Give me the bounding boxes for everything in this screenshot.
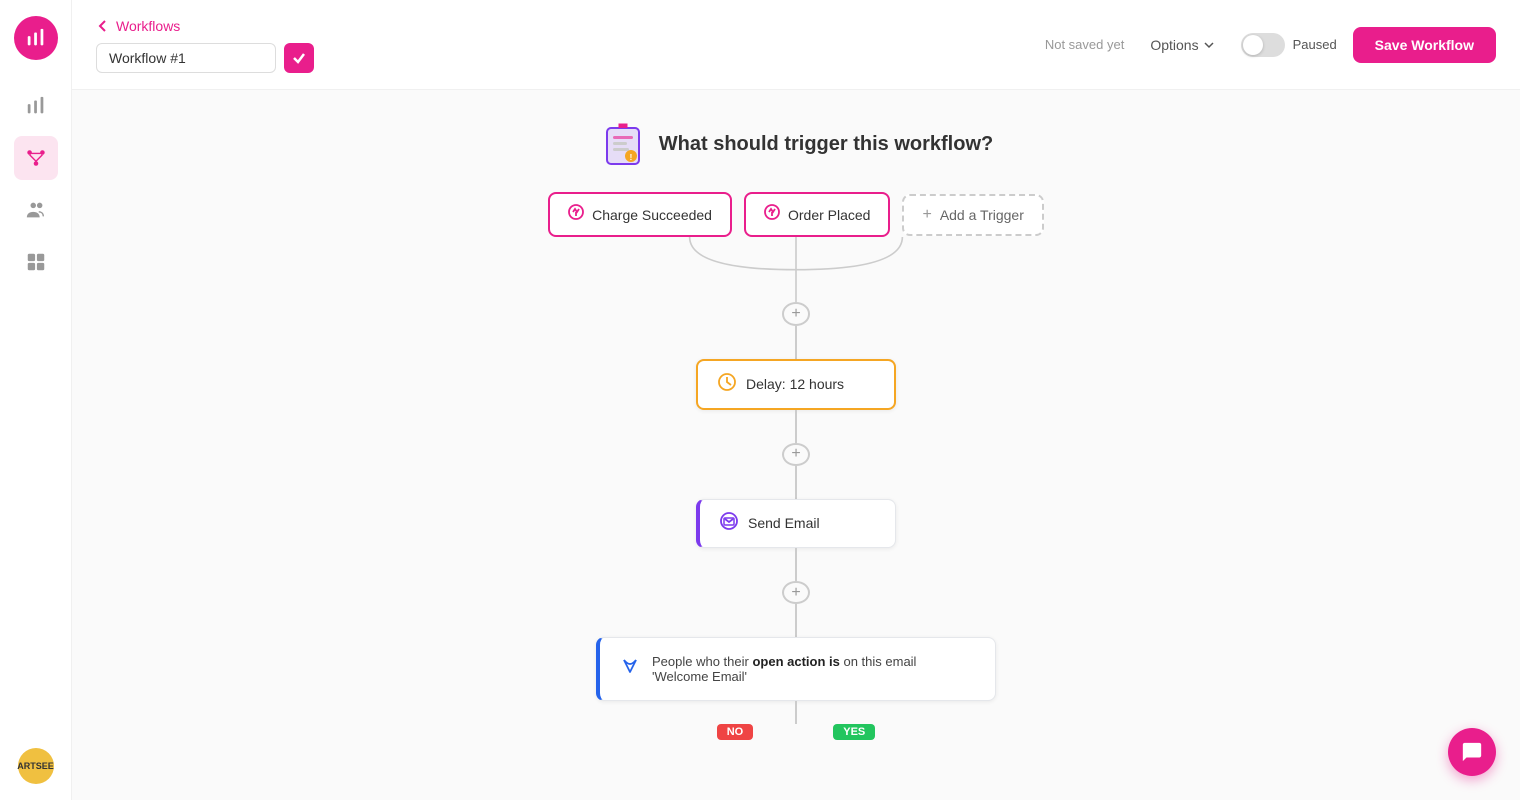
branch-no-badge: NO (717, 724, 754, 740)
toggle-knob (1243, 35, 1263, 55)
add-step-3[interactable]: + (782, 581, 810, 605)
sidebar-avatar[interactable]: ARTSEE (18, 748, 54, 784)
header: Workflows Not saved yet Options (72, 0, 1520, 90)
delay-label: Delay: 12 hours (746, 376, 844, 392)
email-label: Send Email (748, 515, 820, 531)
trigger-charge-succeeded[interactable]: Charge Succeeded (548, 192, 732, 237)
condition-bold: open action is (752, 654, 839, 669)
trigger-order-placed[interactable]: Order Placed (744, 192, 890, 237)
email-icon (720, 512, 738, 535)
paused-label: Paused (1293, 37, 1337, 52)
connector-line-2 (795, 410, 797, 443)
branch-yes-badge: YES (833, 724, 875, 740)
canvas: ! What should trigger this workflow? Cha… (72, 90, 1520, 800)
back-link[interactable]: Workflows (96, 18, 180, 34)
charge-icon (568, 204, 584, 225)
charge-label: Charge Succeeded (592, 207, 712, 223)
add-step-2[interactable]: + (782, 443, 810, 467)
trigger-title: What should trigger this workflow? (659, 133, 993, 156)
sidebar-item-people[interactable] (14, 188, 58, 232)
add-trigger-plus-icon: + (922, 206, 931, 224)
order-label: Order Placed (788, 207, 870, 223)
chat-bubble[interactable] (1448, 728, 1496, 776)
connector-line-4 (795, 548, 797, 581)
sidebar-item-products[interactable] (14, 240, 58, 284)
delay-icon (718, 373, 736, 396)
add-trigger-label: Add a Trigger (940, 207, 1024, 223)
condition-node[interactable]: People who their open action is on this … (596, 637, 996, 701)
connector-line-6 (795, 701, 797, 724)
save-workflow-button[interactable]: Save Workflow (1353, 27, 1496, 63)
trigger-icon: ! (599, 120, 647, 168)
sidebar-item-workflows[interactable] (14, 136, 58, 180)
connector-line-3 (795, 466, 797, 499)
delay-step[interactable]: Delay: 12 hours (696, 359, 896, 410)
order-icon (764, 204, 780, 225)
connector-line-5 (795, 604, 797, 637)
header-right: Not saved yet Options Paused Save Workfl… (1045, 27, 1496, 63)
condition-icon (620, 656, 640, 681)
main-area: Workflows Not saved yet Options (72, 0, 1520, 800)
merge-connector-svg (546, 237, 1046, 302)
sidebar-bottom: ARTSEE (18, 748, 54, 784)
sidebar: ARTSEE (0, 0, 72, 800)
paused-toggle[interactable] (1241, 33, 1285, 57)
workflow-name-input[interactable] (96, 43, 276, 73)
connector-line-1 (795, 326, 797, 359)
paused-toggle-wrap: Paused (1241, 33, 1337, 57)
not-saved-label: Not saved yet (1045, 37, 1125, 52)
svg-text:!: ! (629, 153, 632, 162)
sidebar-item-analytics[interactable] (14, 84, 58, 128)
workflow-name-row (96, 43, 314, 73)
trigger-add[interactable]: + Add a Trigger (902, 194, 1043, 236)
options-button[interactable]: Options (1140, 31, 1224, 59)
confirm-name-button[interactable] (284, 43, 314, 73)
app-logo[interactable] (14, 16, 58, 60)
branch-row: NO YES (717, 724, 876, 740)
trigger-nodes-row: Charge Succeeded Order Placed + Add a Tr… (548, 192, 1044, 237)
trigger-header: ! What should trigger this workflow? (599, 120, 993, 168)
condition-text: People who their open action is on this … (652, 654, 916, 684)
add-step-1[interactable]: + (782, 302, 810, 326)
email-step[interactable]: Send Email (696, 499, 896, 548)
